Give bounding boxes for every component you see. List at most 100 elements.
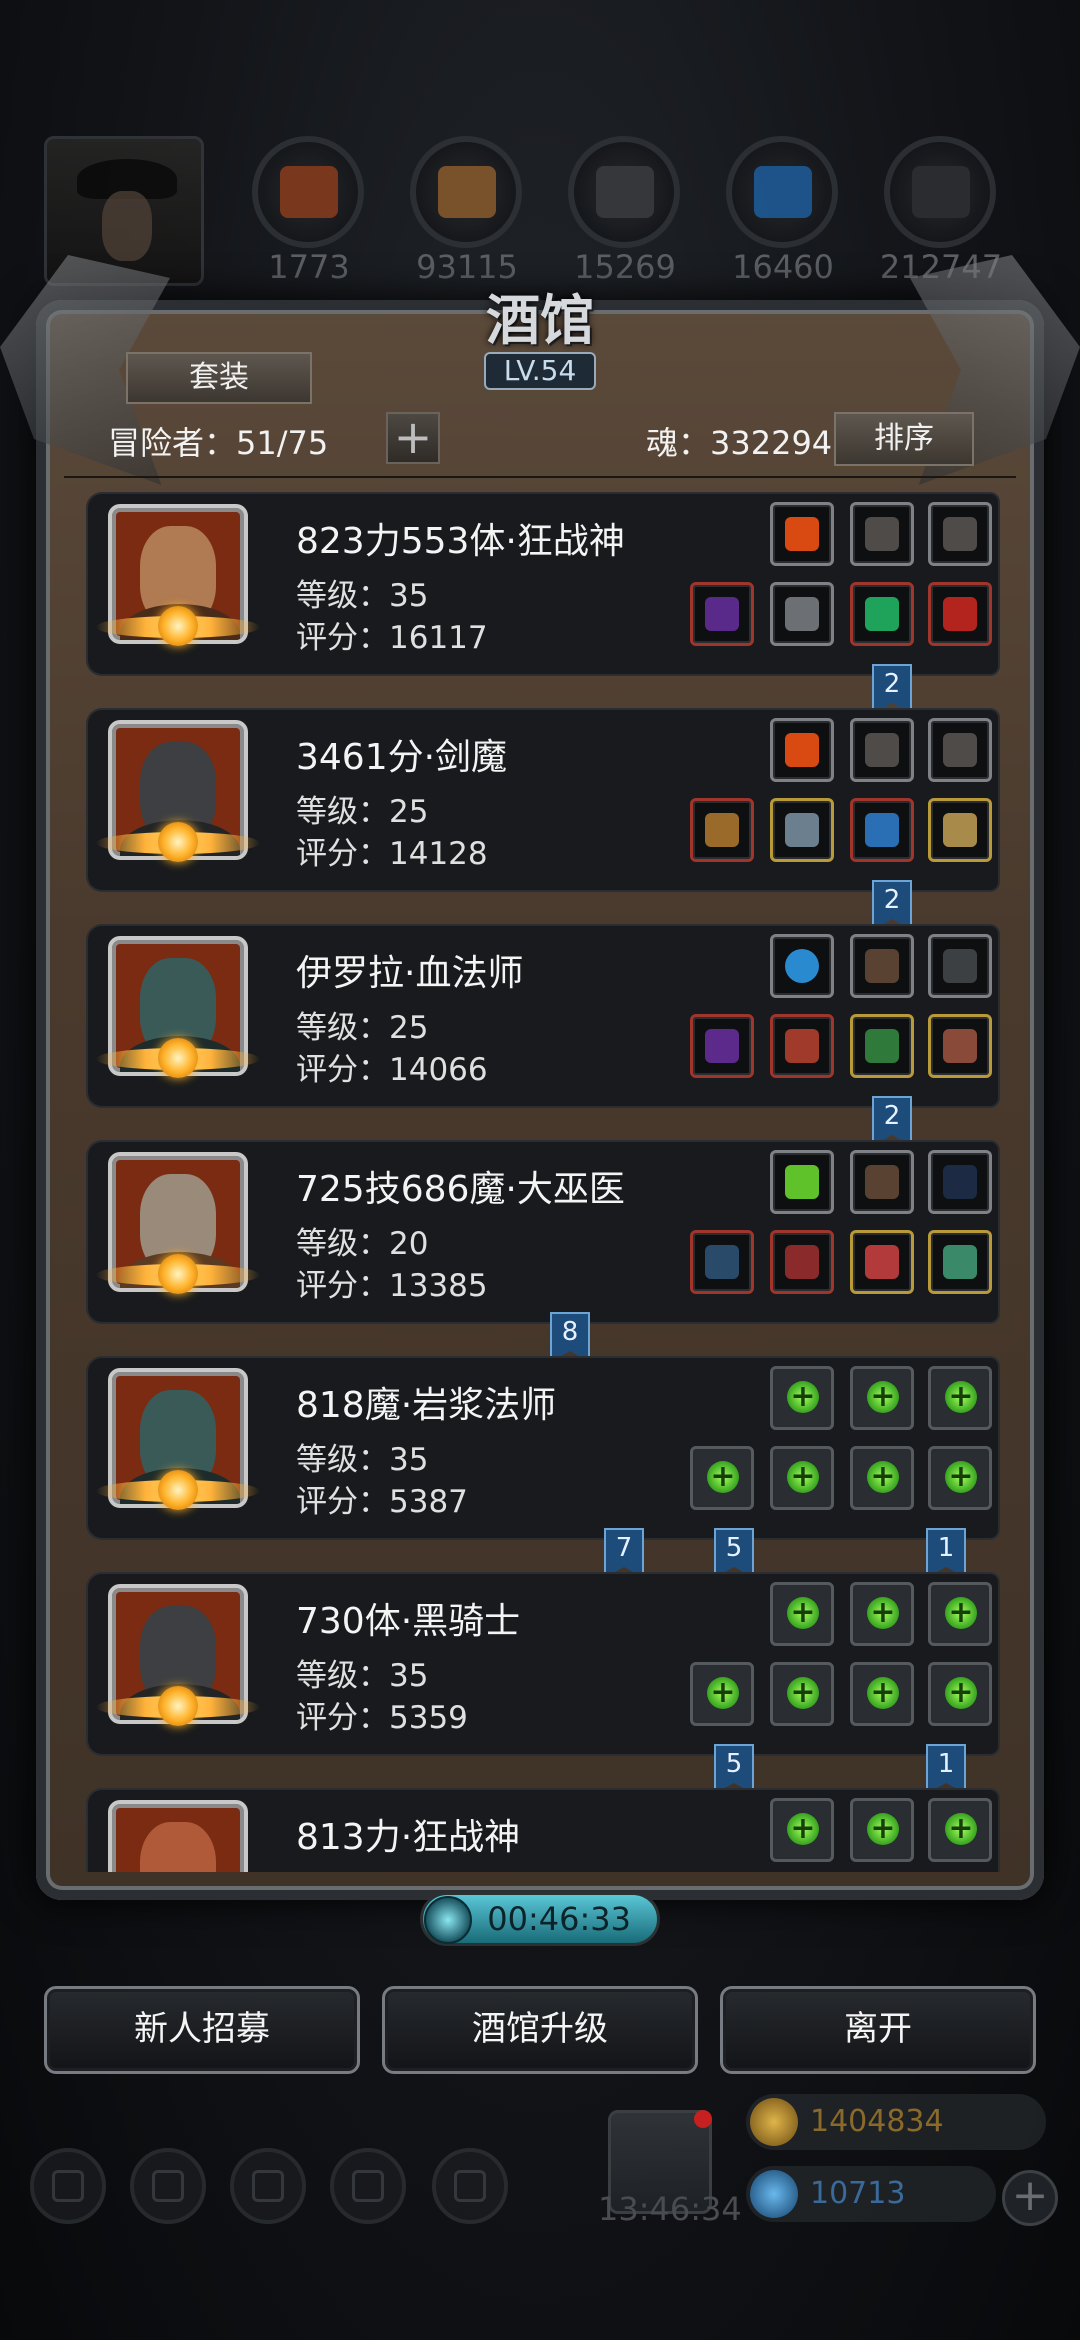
equip-slot[interactable] — [770, 798, 834, 862]
hero-card[interactable]: 813力·狂战神 + + + — [88, 1790, 998, 1872]
equip-slot[interactable] — [928, 582, 992, 646]
equip-slot[interactable] — [928, 1014, 992, 1078]
ring-icon — [943, 1245, 977, 1279]
equip-slot[interactable] — [850, 798, 914, 862]
building-menu-icon[interactable] — [230, 2148, 306, 2224]
sword-icon — [705, 813, 739, 847]
hero-list[interactable]: 823力553体·狂战神 等级：35 评分：16117 2 3461分·剑魔 等… — [64, 484, 1016, 1872]
equip-slot[interactable] — [850, 1230, 914, 1294]
talisman-icon — [865, 1245, 899, 1279]
empty-equip-slot[interactable]: + — [850, 1446, 914, 1510]
skill-slot[interactable] — [850, 934, 914, 998]
iron-resource-icon[interactable] — [568, 136, 680, 248]
empty-skill-slot[interactable]: + — [770, 1366, 834, 1430]
empty-skill-slot[interactable]: + — [928, 1366, 992, 1430]
robe-icon — [785, 1245, 819, 1279]
skill-slot[interactable] — [928, 718, 992, 782]
whip-skill-icon — [943, 1165, 977, 1199]
hero-card[interactable]: 伊罗拉·血法师 等级：25 评分：14066 — [88, 926, 998, 1106]
equip-slot[interactable] — [928, 1230, 992, 1294]
empty-skill-slot[interactable]: + — [770, 1798, 834, 1862]
equip-slot[interactable] — [850, 582, 914, 646]
empty-skill-slot[interactable]: + — [850, 1366, 914, 1430]
equip-slot[interactable] — [770, 1014, 834, 1078]
skill-slot[interactable] — [928, 1150, 992, 1214]
amulet-icon — [865, 1029, 899, 1063]
envelope-glyph — [352, 2170, 384, 2202]
hero-card[interactable]: 730体·黑骑士 等级：35 评分：5359 + + + + + + + — [88, 1574, 998, 1754]
add-plus-icon: + — [707, 1677, 739, 1709]
claw-skill-icon — [943, 733, 977, 767]
skill-slot[interactable] — [850, 718, 914, 782]
battle-icon[interactable] — [432, 2148, 508, 2224]
equip-slot[interactable] — [690, 798, 754, 862]
skill-slot[interactable] — [770, 1150, 834, 1214]
settings-gear-icon[interactable] — [30, 2148, 106, 2224]
crystal-resource-icon[interactable] — [726, 136, 838, 248]
empty-equip-slot[interactable]: + — [770, 1446, 834, 1510]
skill-slot[interactable] — [850, 1150, 914, 1214]
wood-icon — [438, 166, 496, 218]
meat-resource-icon[interactable] — [252, 136, 364, 248]
hero-card[interactable]: 725技686魔·大巫医 等级：20 评分：13385 — [88, 1142, 998, 1322]
link-ribbon: 2 — [872, 664, 912, 714]
game-clock: 13:46:34 — [598, 2190, 742, 2228]
equip-slot[interactable] — [928, 798, 992, 862]
hero-card[interactable]: 823力553体·狂战神 等级：35 评分：16117 — [88, 494, 998, 674]
leave-button[interactable]: 离开 — [720, 1986, 1036, 2074]
empty-skill-slot[interactable]: + — [928, 1798, 992, 1862]
empty-skill-slot[interactable]: + — [770, 1582, 834, 1646]
empty-equip-slot[interactable]: + — [690, 1446, 754, 1510]
notification-dot — [694, 2110, 712, 2128]
empty-skill-slot[interactable]: + — [850, 1798, 914, 1862]
skill-slot[interactable] — [770, 502, 834, 566]
link-ribbon: 7 — [604, 1528, 644, 1578]
gem-counter: 10713 — [746, 2166, 996, 2222]
hero-card[interactable]: 3461分·剑魔 等级：25 评分：14128 — [88, 710, 998, 890]
armor-icon — [785, 597, 819, 631]
divider — [64, 476, 1016, 478]
hero-score: 评分：16117 — [296, 620, 488, 656]
hero-score: 评分：5359 — [296, 1700, 468, 1736]
stone-resource-icon[interactable] — [884, 136, 996, 248]
orb-icon — [943, 1029, 977, 1063]
equip-slot[interactable] — [690, 1014, 754, 1078]
equip-slot[interactable] — [770, 582, 834, 646]
bone-skill-icon — [865, 1165, 899, 1199]
add-capacity-button[interactable]: + — [386, 412, 440, 464]
skill-slot[interactable] — [928, 502, 992, 566]
star-gem-icon — [158, 1038, 198, 1078]
empty-equip-slot[interactable]: + — [850, 1662, 914, 1726]
equip-slot[interactable] — [690, 582, 754, 646]
empty-skill-slot[interactable]: + — [928, 1582, 992, 1646]
upgrade-tavern-button[interactable]: 酒馆升级 — [382, 1986, 698, 2074]
empty-equip-slot[interactable]: + — [928, 1446, 992, 1510]
skill-slot[interactable] — [928, 934, 992, 998]
crystal-icon — [754, 166, 812, 218]
add-plus-icon: + — [787, 1813, 819, 1845]
skill-slot[interactable] — [850, 502, 914, 566]
empty-equip-slot[interactable]: + — [770, 1662, 834, 1726]
add-plus-icon: + — [945, 1597, 977, 1629]
mail-icon[interactable] — [330, 2148, 406, 2224]
empty-equip-slot[interactable]: + — [690, 1662, 754, 1726]
add-plus-icon: + — [945, 1381, 977, 1413]
skill-slot[interactable] — [770, 718, 834, 782]
skill-slot[interactable] — [770, 934, 834, 998]
hero-card[interactable]: 818魔·岩浆法师 等级：35 评分：5387 + + + + + + + — [88, 1358, 998, 1538]
equip-slot[interactable] — [770, 1230, 834, 1294]
empty-equip-slot[interactable]: + — [928, 1662, 992, 1726]
equip-slot[interactable] — [850, 1014, 914, 1078]
hero-level: 等级：25 — [296, 1010, 429, 1046]
add-currency-button[interactable]: + — [1002, 2170, 1058, 2226]
hero-menu-icon[interactable] — [130, 2148, 206, 2224]
add-plus-icon: + — [867, 1381, 899, 1413]
bone-skill-icon — [865, 949, 899, 983]
equip-slot[interactable] — [690, 1230, 754, 1294]
set-tab-button[interactable]: 套装 — [126, 352, 312, 404]
empty-skill-slot[interactable]: + — [850, 1582, 914, 1646]
recruit-button[interactable]: 新人招募 — [44, 1986, 360, 2074]
sort-button[interactable]: 排序 — [834, 412, 974, 466]
meat-icon — [280, 166, 338, 218]
wood-resource-icon[interactable] — [410, 136, 522, 248]
